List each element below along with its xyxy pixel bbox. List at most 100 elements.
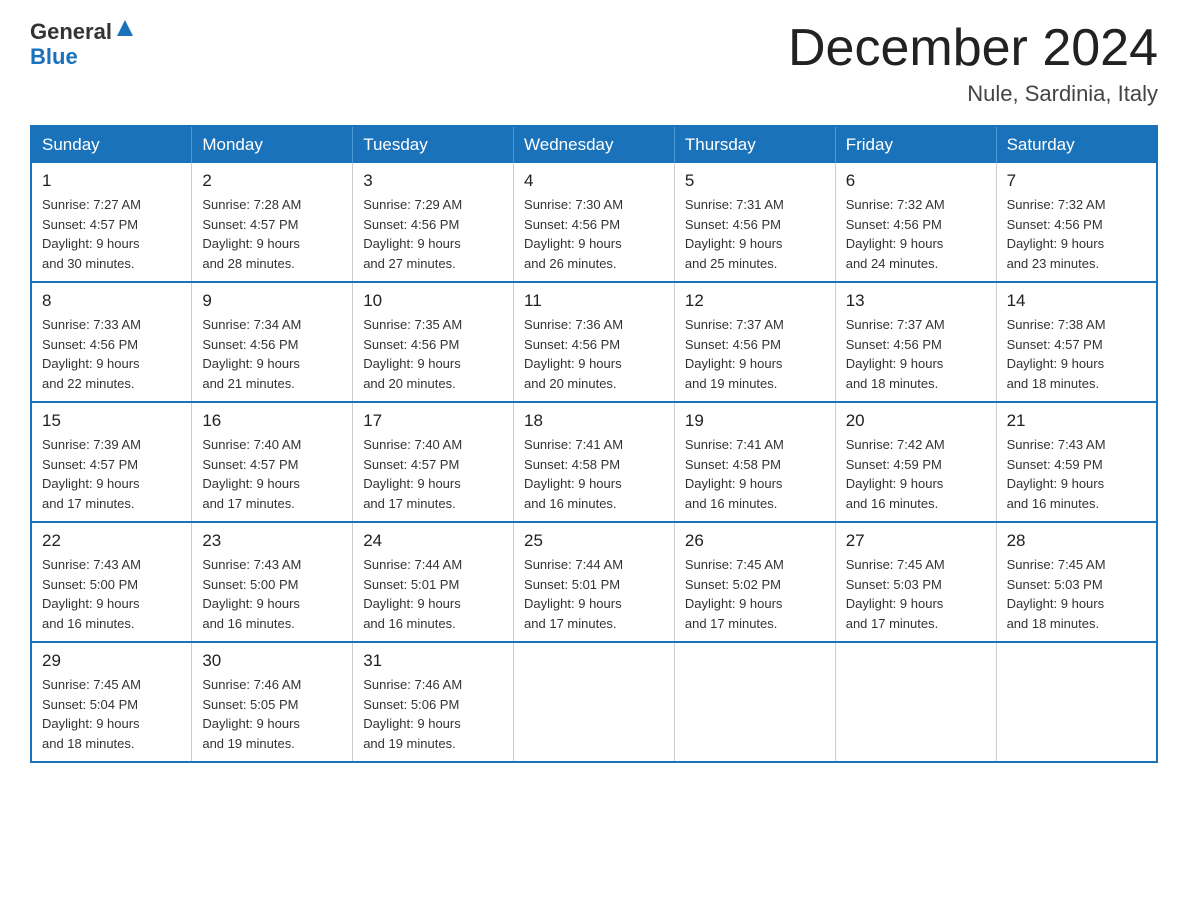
table-row: 7 Sunrise: 7:32 AM Sunset: 4:56 PM Dayli… <box>996 163 1157 282</box>
day-info: Sunrise: 7:30 AM Sunset: 4:56 PM Dayligh… <box>524 195 664 273</box>
table-row: 24 Sunrise: 7:44 AM Sunset: 5:01 PM Dayl… <box>353 522 514 642</box>
day-number: 21 <box>1007 411 1146 431</box>
day-info: Sunrise: 7:44 AM Sunset: 5:01 PM Dayligh… <box>363 555 503 633</box>
calendar-week-row: 22 Sunrise: 7:43 AM Sunset: 5:00 PM Dayl… <box>31 522 1157 642</box>
table-row: 6 Sunrise: 7:32 AM Sunset: 4:56 PM Dayli… <box>835 163 996 282</box>
day-number: 17 <box>363 411 503 431</box>
table-row: 2 Sunrise: 7:28 AM Sunset: 4:57 PM Dayli… <box>192 163 353 282</box>
day-number: 13 <box>846 291 986 311</box>
day-number: 6 <box>846 171 986 191</box>
day-number: 3 <box>363 171 503 191</box>
table-row: 27 Sunrise: 7:45 AM Sunset: 5:03 PM Dayl… <box>835 522 996 642</box>
table-row: 19 Sunrise: 7:41 AM Sunset: 4:58 PM Dayl… <box>674 402 835 522</box>
day-info: Sunrise: 7:27 AM Sunset: 4:57 PM Dayligh… <box>42 195 181 273</box>
day-number: 16 <box>202 411 342 431</box>
day-number: 4 <box>524 171 664 191</box>
table-row: 21 Sunrise: 7:43 AM Sunset: 4:59 PM Dayl… <box>996 402 1157 522</box>
table-row: 14 Sunrise: 7:38 AM Sunset: 4:57 PM Dayl… <box>996 282 1157 402</box>
table-row <box>674 642 835 762</box>
day-info: Sunrise: 7:45 AM Sunset: 5:04 PM Dayligh… <box>42 675 181 753</box>
day-info: Sunrise: 7:41 AM Sunset: 4:58 PM Dayligh… <box>685 435 825 513</box>
day-number: 20 <box>846 411 986 431</box>
day-info: Sunrise: 7:39 AM Sunset: 4:57 PM Dayligh… <box>42 435 181 513</box>
table-row: 15 Sunrise: 7:39 AM Sunset: 4:57 PM Dayl… <box>31 402 192 522</box>
table-row: 10 Sunrise: 7:35 AM Sunset: 4:56 PM Dayl… <box>353 282 514 402</box>
calendar-week-row: 1 Sunrise: 7:27 AM Sunset: 4:57 PM Dayli… <box>31 163 1157 282</box>
day-number: 19 <box>685 411 825 431</box>
table-row: 29 Sunrise: 7:45 AM Sunset: 5:04 PM Dayl… <box>31 642 192 762</box>
table-row: 18 Sunrise: 7:41 AM Sunset: 4:58 PM Dayl… <box>514 402 675 522</box>
day-number: 10 <box>363 291 503 311</box>
day-info: Sunrise: 7:43 AM Sunset: 5:00 PM Dayligh… <box>42 555 181 633</box>
day-number: 24 <box>363 531 503 551</box>
title-area: December 2024 Nule, Sardinia, Italy <box>788 20 1158 107</box>
logo-general-text: General <box>30 20 112 44</box>
days-of-week-row: Sunday Monday Tuesday Wednesday Thursday… <box>31 126 1157 163</box>
table-row: 22 Sunrise: 7:43 AM Sunset: 5:00 PM Dayl… <box>31 522 192 642</box>
table-row: 5 Sunrise: 7:31 AM Sunset: 4:56 PM Dayli… <box>674 163 835 282</box>
day-number: 15 <box>42 411 181 431</box>
logo: General Blue <box>30 20 136 69</box>
table-row <box>514 642 675 762</box>
day-info: Sunrise: 7:32 AM Sunset: 4:56 PM Dayligh… <box>1007 195 1146 273</box>
table-row: 25 Sunrise: 7:44 AM Sunset: 5:01 PM Dayl… <box>514 522 675 642</box>
location-title: Nule, Sardinia, Italy <box>788 81 1158 107</box>
calendar-week-row: 8 Sunrise: 7:33 AM Sunset: 4:56 PM Dayli… <box>31 282 1157 402</box>
day-info: Sunrise: 7:38 AM Sunset: 4:57 PM Dayligh… <box>1007 315 1146 393</box>
day-number: 25 <box>524 531 664 551</box>
day-number: 5 <box>685 171 825 191</box>
day-number: 31 <box>363 651 503 671</box>
day-number: 9 <box>202 291 342 311</box>
day-number: 11 <box>524 291 664 311</box>
table-row: 3 Sunrise: 7:29 AM Sunset: 4:56 PM Dayli… <box>353 163 514 282</box>
logo-blue-text: Blue <box>30 44 78 69</box>
table-row: 26 Sunrise: 7:45 AM Sunset: 5:02 PM Dayl… <box>674 522 835 642</box>
day-info: Sunrise: 7:46 AM Sunset: 5:05 PM Dayligh… <box>202 675 342 753</box>
day-number: 14 <box>1007 291 1146 311</box>
table-row: 16 Sunrise: 7:40 AM Sunset: 4:57 PM Dayl… <box>192 402 353 522</box>
table-row <box>996 642 1157 762</box>
day-info: Sunrise: 7:45 AM Sunset: 5:02 PM Dayligh… <box>685 555 825 633</box>
calendar-table: Sunday Monday Tuesday Wednesday Thursday… <box>30 125 1158 763</box>
day-number: 27 <box>846 531 986 551</box>
col-saturday: Saturday <box>996 126 1157 163</box>
page-header: General Blue December 2024 Nule, Sardini… <box>30 20 1158 107</box>
table-row: 20 Sunrise: 7:42 AM Sunset: 4:59 PM Dayl… <box>835 402 996 522</box>
day-info: Sunrise: 7:41 AM Sunset: 4:58 PM Dayligh… <box>524 435 664 513</box>
day-info: Sunrise: 7:45 AM Sunset: 5:03 PM Dayligh… <box>1007 555 1146 633</box>
month-title: December 2024 <box>788 20 1158 77</box>
table-row: 11 Sunrise: 7:36 AM Sunset: 4:56 PM Dayl… <box>514 282 675 402</box>
day-info: Sunrise: 7:37 AM Sunset: 4:56 PM Dayligh… <box>846 315 986 393</box>
table-row: 8 Sunrise: 7:33 AM Sunset: 4:56 PM Dayli… <box>31 282 192 402</box>
day-info: Sunrise: 7:44 AM Sunset: 5:01 PM Dayligh… <box>524 555 664 633</box>
table-row: 31 Sunrise: 7:46 AM Sunset: 5:06 PM Dayl… <box>353 642 514 762</box>
day-number: 7 <box>1007 171 1146 191</box>
day-info: Sunrise: 7:36 AM Sunset: 4:56 PM Dayligh… <box>524 315 664 393</box>
day-info: Sunrise: 7:43 AM Sunset: 5:00 PM Dayligh… <box>202 555 342 633</box>
table-row: 23 Sunrise: 7:43 AM Sunset: 5:00 PM Dayl… <box>192 522 353 642</box>
day-info: Sunrise: 7:40 AM Sunset: 4:57 PM Dayligh… <box>202 435 342 513</box>
table-row: 13 Sunrise: 7:37 AM Sunset: 4:56 PM Dayl… <box>835 282 996 402</box>
day-number: 18 <box>524 411 664 431</box>
day-number: 12 <box>685 291 825 311</box>
day-info: Sunrise: 7:42 AM Sunset: 4:59 PM Dayligh… <box>846 435 986 513</box>
table-row: 1 Sunrise: 7:27 AM Sunset: 4:57 PM Dayli… <box>31 163 192 282</box>
calendar-week-row: 29 Sunrise: 7:45 AM Sunset: 5:04 PM Dayl… <box>31 642 1157 762</box>
day-info: Sunrise: 7:33 AM Sunset: 4:56 PM Dayligh… <box>42 315 181 393</box>
day-number: 2 <box>202 171 342 191</box>
col-wednesday: Wednesday <box>514 126 675 163</box>
logo-triangle-icon <box>114 18 136 38</box>
col-friday: Friday <box>835 126 996 163</box>
day-info: Sunrise: 7:31 AM Sunset: 4:56 PM Dayligh… <box>685 195 825 273</box>
day-info: Sunrise: 7:32 AM Sunset: 4:56 PM Dayligh… <box>846 195 986 273</box>
day-info: Sunrise: 7:35 AM Sunset: 4:56 PM Dayligh… <box>363 315 503 393</box>
col-thursday: Thursday <box>674 126 835 163</box>
col-tuesday: Tuesday <box>353 126 514 163</box>
day-number: 29 <box>42 651 181 671</box>
day-number: 30 <box>202 651 342 671</box>
table-row: 9 Sunrise: 7:34 AM Sunset: 4:56 PM Dayli… <box>192 282 353 402</box>
day-info: Sunrise: 7:43 AM Sunset: 4:59 PM Dayligh… <box>1007 435 1146 513</box>
day-info: Sunrise: 7:40 AM Sunset: 4:57 PM Dayligh… <box>363 435 503 513</box>
day-number: 1 <box>42 171 181 191</box>
day-info: Sunrise: 7:46 AM Sunset: 5:06 PM Dayligh… <box>363 675 503 753</box>
